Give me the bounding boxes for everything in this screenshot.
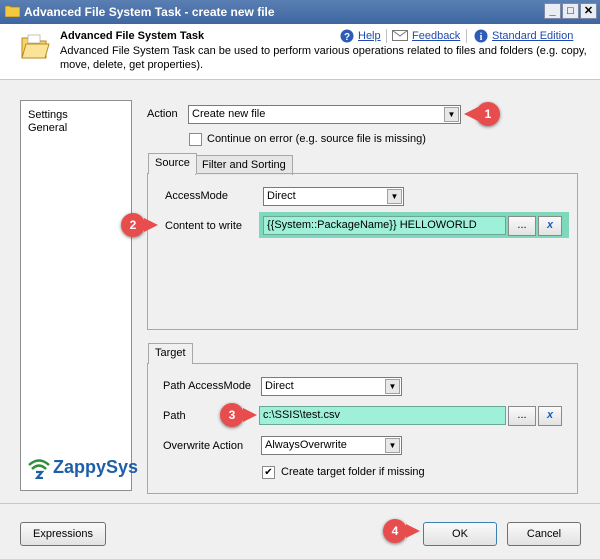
chevron-down-icon: ▼ <box>385 438 400 453</box>
callout-badge-2: 2 <box>121 213 145 237</box>
overwrite-action-value: AlwaysOverwrite <box>265 439 347 451</box>
access-mode-value: Direct <box>267 190 296 202</box>
ok-button[interactable]: OK <box>423 522 497 546</box>
cancel-button[interactable]: Cancel <box>507 522 581 546</box>
callout-pointer <box>406 524 420 538</box>
action-label: Action <box>147 108 178 120</box>
feedback-link[interactable]: Feedback <box>412 30 460 42</box>
tab-filter-and-sorting[interactable]: Filter and Sorting <box>195 155 293 175</box>
chevron-down-icon: ▼ <box>444 107 459 122</box>
chevron-down-icon: ▼ <box>387 189 402 204</box>
path-label: Path <box>163 410 186 422</box>
path-browse-button[interactable]: ... <box>508 406 536 426</box>
path-access-mode-value: Direct <box>265 380 294 392</box>
action-dropdown[interactable]: Create new file ▼ <box>188 105 461 124</box>
callout-badge-4: 4 <box>383 519 407 543</box>
tab-target[interactable]: Target <box>148 343 193 364</box>
tab-source[interactable]: Source <box>148 153 197 174</box>
help-link[interactable]: Help <box>358 30 381 42</box>
info-icon[interactable]: i <box>474 29 488 43</box>
create-folder-checkbox[interactable]: ✔ <box>262 466 275 479</box>
callout-badge-1: 1 <box>476 102 500 126</box>
callout-pointer <box>144 218 158 232</box>
header-panel: Advanced File System Task Advanced File … <box>0 24 600 80</box>
mail-icon[interactable] <box>392 29 408 42</box>
header-title: Advanced File System Task <box>60 30 205 42</box>
action-value: Create new file <box>192 108 266 120</box>
window-title: Advanced File System Task - create new f… <box>24 5 275 19</box>
svg-text:?: ? <box>344 32 350 43</box>
folder-icon <box>21 34 50 59</box>
divider <box>0 503 600 504</box>
access-mode-label: AccessMode <box>165 190 228 202</box>
continue-on-error-checkbox[interactable] <box>189 133 202 146</box>
divider <box>386 29 387 43</box>
content-browse-button[interactable]: ... <box>508 216 536 236</box>
content-to-write-label: Content to write <box>165 220 243 232</box>
svg-text:i: i <box>480 32 483 43</box>
path-access-mode-label: Path AccessMode <box>163 380 252 392</box>
nav-item-settings[interactable]: Settings <box>28 109 68 121</box>
callout-pointer <box>243 408 257 422</box>
header-description: Advanced File System Task can be used to… <box>60 45 587 71</box>
divider <box>466 29 467 43</box>
zappysys-logo-text: ZappySys <box>53 457 139 477</box>
nav-item-general[interactable]: General <box>28 122 67 134</box>
expressions-button[interactable]: Expressions <box>20 522 106 546</box>
overwrite-action-dropdown[interactable]: AlwaysOverwrite ▼ <box>261 436 402 455</box>
content-to-write-input[interactable]: {{System::PackageName}} HELLOWORLD <box>263 216 506 235</box>
maximize-button[interactable]: □ <box>562 3 579 19</box>
title-bar: Advanced File System Task - create new f… <box>0 0 600 24</box>
zappysys-logo-icon <box>28 459 50 479</box>
callout-badge-3: 3 <box>220 403 244 427</box>
help-icon[interactable]: ? <box>340 29 354 43</box>
chevron-down-icon: ▼ <box>385 379 400 394</box>
path-clear-button[interactable]: x <box>538 406 562 426</box>
content-clear-button[interactable]: x <box>538 216 562 236</box>
create-folder-label: Create target folder if missing <box>281 466 425 478</box>
edition-link[interactable]: Standard Edition <box>492 30 573 42</box>
callout-pointer <box>464 107 478 121</box>
close-button[interactable]: ✕ <box>580 3 597 19</box>
overwrite-action-label: Overwrite Action <box>163 440 244 452</box>
continue-on-error-label: Continue on error (e.g. source file is m… <box>207 133 426 145</box>
path-access-mode-dropdown[interactable]: Direct ▼ <box>261 377 402 396</box>
access-mode-dropdown[interactable]: Direct ▼ <box>263 187 404 206</box>
minimize-button[interactable]: _ <box>544 3 561 19</box>
app-icon <box>5 5 20 17</box>
path-input[interactable]: c:\SSIS\test.csv <box>259 406 506 425</box>
checkmark-icon: ✔ <box>264 467 273 478</box>
settings-nav: Settings General ZappySys <box>20 100 138 491</box>
